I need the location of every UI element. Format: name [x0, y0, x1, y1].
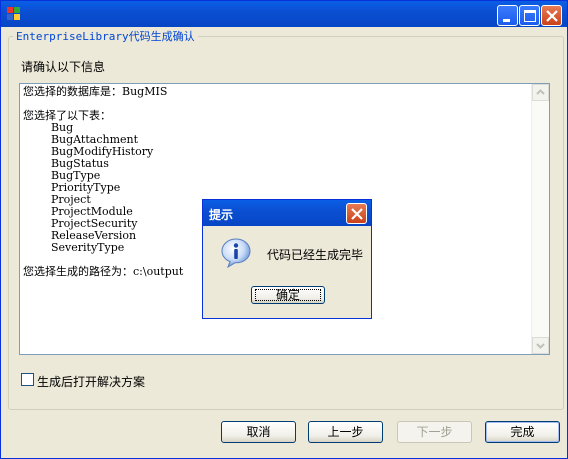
close-icon — [546, 10, 558, 22]
finish-button[interactable]: 完成 — [485, 421, 560, 443]
prompt-label: 请确认以下信息 — [21, 60, 106, 74]
summary-text: 您选择的数据库是：BugMIS 您选择了以下表： Bug BugAttachmen… — [23, 86, 183, 278]
close-button[interactable] — [541, 5, 562, 26]
dialog-message: 代码已经生成完毕 — [267, 248, 364, 262]
minimize-button[interactable] — [497, 5, 518, 26]
maximize-icon — [524, 10, 536, 22]
cancel-button[interactable]: 取消 — [221, 421, 296, 443]
next-button[interactable]: 下一步 — [397, 421, 472, 443]
app-icon — [7, 7, 21, 21]
info-icon — [221, 238, 251, 269]
scroll-down-button[interactable] — [532, 337, 549, 354]
chevron-up-icon — [536, 89, 545, 95]
group-title: EnterpriseLibrary代码生成确认 — [13, 28, 198, 44]
close-icon — [351, 208, 363, 220]
summary-line: 您选择的数据库是：BugMIS — [23, 85, 168, 98]
scroll-up-button[interactable] — [532, 84, 549, 101]
dialog-title-bar[interactable]: 提示 — [203, 200, 371, 226]
summary-line: 您选择生成的路径为：c:\output — [23, 265, 184, 278]
chevron-down-icon — [536, 343, 545, 349]
message-dialog: 提示 代码已经生成完毕 确定 — [202, 199, 372, 319]
summary-line: SeverityType — [23, 241, 125, 254]
minimize-icon — [503, 19, 510, 22]
open-solution-checkbox[interactable] — [21, 373, 34, 386]
dialog-close-button[interactable] — [346, 203, 367, 224]
open-solution-label[interactable]: 生成后打开解决方案 — [37, 373, 145, 390]
maximize-button[interactable] — [519, 5, 540, 26]
focus-rect — [255, 289, 321, 301]
vertical-scrollbar[interactable] — [531, 84, 549, 354]
title-bar[interactable] — [1, 1, 567, 27]
dialog-title: 提示 — [209, 208, 234, 222]
dialog-ok-button[interactable]: 确定 — [251, 286, 325, 304]
prev-button[interactable]: 上一步 — [308, 421, 383, 443]
